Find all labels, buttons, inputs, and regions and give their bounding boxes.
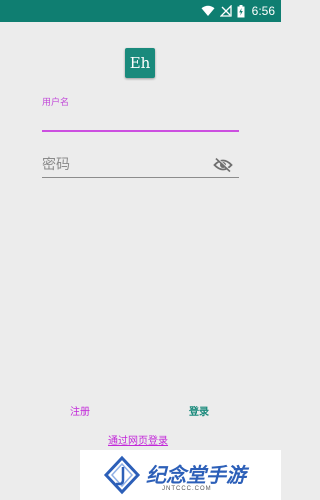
watermark: 纪念堂手游 JNTCCC.COM xyxy=(80,450,281,500)
app-logo: Eh xyxy=(125,48,155,78)
status-time: 6:56 xyxy=(251,4,275,18)
register-button[interactable]: 注册 xyxy=(70,403,90,418)
password-input[interactable] xyxy=(42,153,239,178)
status-icons: 6:56 xyxy=(201,0,275,22)
login-button[interactable]: 登录 xyxy=(189,403,209,418)
no-signal-icon xyxy=(219,5,232,17)
status-bar: 6:56 xyxy=(0,0,281,22)
watermark-title: 纪念堂手游 xyxy=(146,463,246,487)
watermark-logo-icon xyxy=(103,455,141,495)
web-login-link[interactable]: 通过网页登录 xyxy=(108,432,168,447)
wifi-icon xyxy=(201,5,215,17)
username-input[interactable] xyxy=(42,106,239,132)
battery-charging-icon xyxy=(237,4,245,18)
eye-off-icon[interactable] xyxy=(213,157,233,173)
watermark-subtitle: JNTCCC.COM xyxy=(162,486,212,492)
